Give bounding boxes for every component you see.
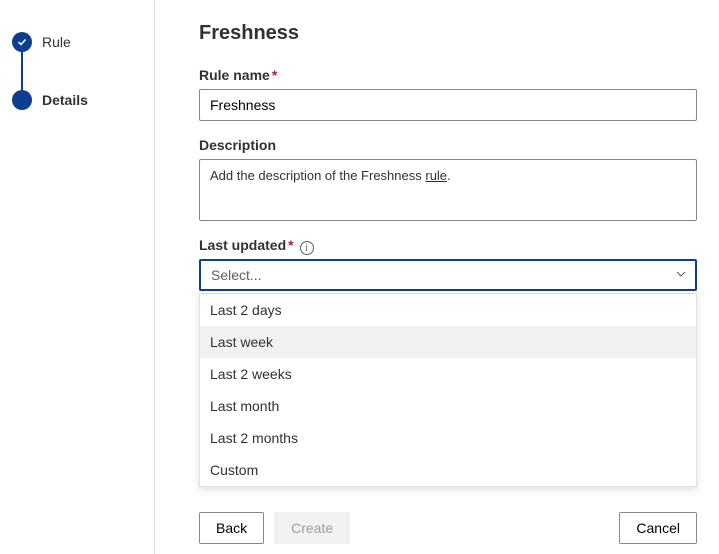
- step-label: Rule: [42, 34, 71, 50]
- checkmark-icon: [12, 32, 32, 52]
- step-details[interactable]: Details: [12, 88, 154, 112]
- back-button[interactable]: Back: [199, 512, 264, 544]
- info-icon[interactable]: i: [300, 241, 314, 255]
- description-input[interactable]: Add the description of the Freshness rul…: [199, 159, 697, 221]
- create-button: Create: [274, 512, 350, 544]
- field-rule-name: Rule name*: [199, 67, 697, 121]
- step-list: Rule Details: [12, 30, 154, 112]
- footer: Back Create Cancel: [199, 501, 697, 554]
- step-label: Details: [42, 92, 88, 108]
- option-last-week[interactable]: Last week: [200, 326, 696, 358]
- rule-name-input[interactable]: [199, 89, 697, 121]
- option-last-2-days[interactable]: Last 2 days: [200, 294, 696, 326]
- description-label: Description: [199, 137, 697, 153]
- step-rule[interactable]: Rule: [12, 30, 154, 54]
- dot-icon: [12, 90, 32, 110]
- option-last-month[interactable]: Last month: [200, 390, 696, 422]
- required-asterisk: *: [288, 237, 293, 253]
- option-custom[interactable]: Custom: [200, 454, 696, 486]
- page-title: Freshness: [199, 22, 697, 45]
- field-description: Description Add the description of the F…: [199, 137, 697, 221]
- last-updated-dropdown: Last 2 daysLast weekLast 2 weeksLast mon…: [199, 293, 697, 487]
- select-placeholder: Select...: [211, 267, 262, 283]
- option-last-2-months[interactable]: Last 2 months: [200, 422, 696, 454]
- cancel-button[interactable]: Cancel: [619, 512, 697, 544]
- rule-name-label: Rule name*: [199, 67, 697, 83]
- wizard-sidebar: Rule Details: [0, 0, 155, 554]
- main-content: Freshness Rule name* Description Add the…: [155, 0, 719, 554]
- option-last-2-weeks[interactable]: Last 2 weeks: [200, 358, 696, 390]
- field-last-updated: Last updated* i Select... Last 2 daysLas…: [199, 237, 697, 291]
- chevron-down-icon: [675, 267, 687, 283]
- last-updated-label: Last updated*: [199, 237, 294, 253]
- required-asterisk: *: [272, 67, 277, 83]
- last-updated-select[interactable]: Select...: [199, 259, 697, 291]
